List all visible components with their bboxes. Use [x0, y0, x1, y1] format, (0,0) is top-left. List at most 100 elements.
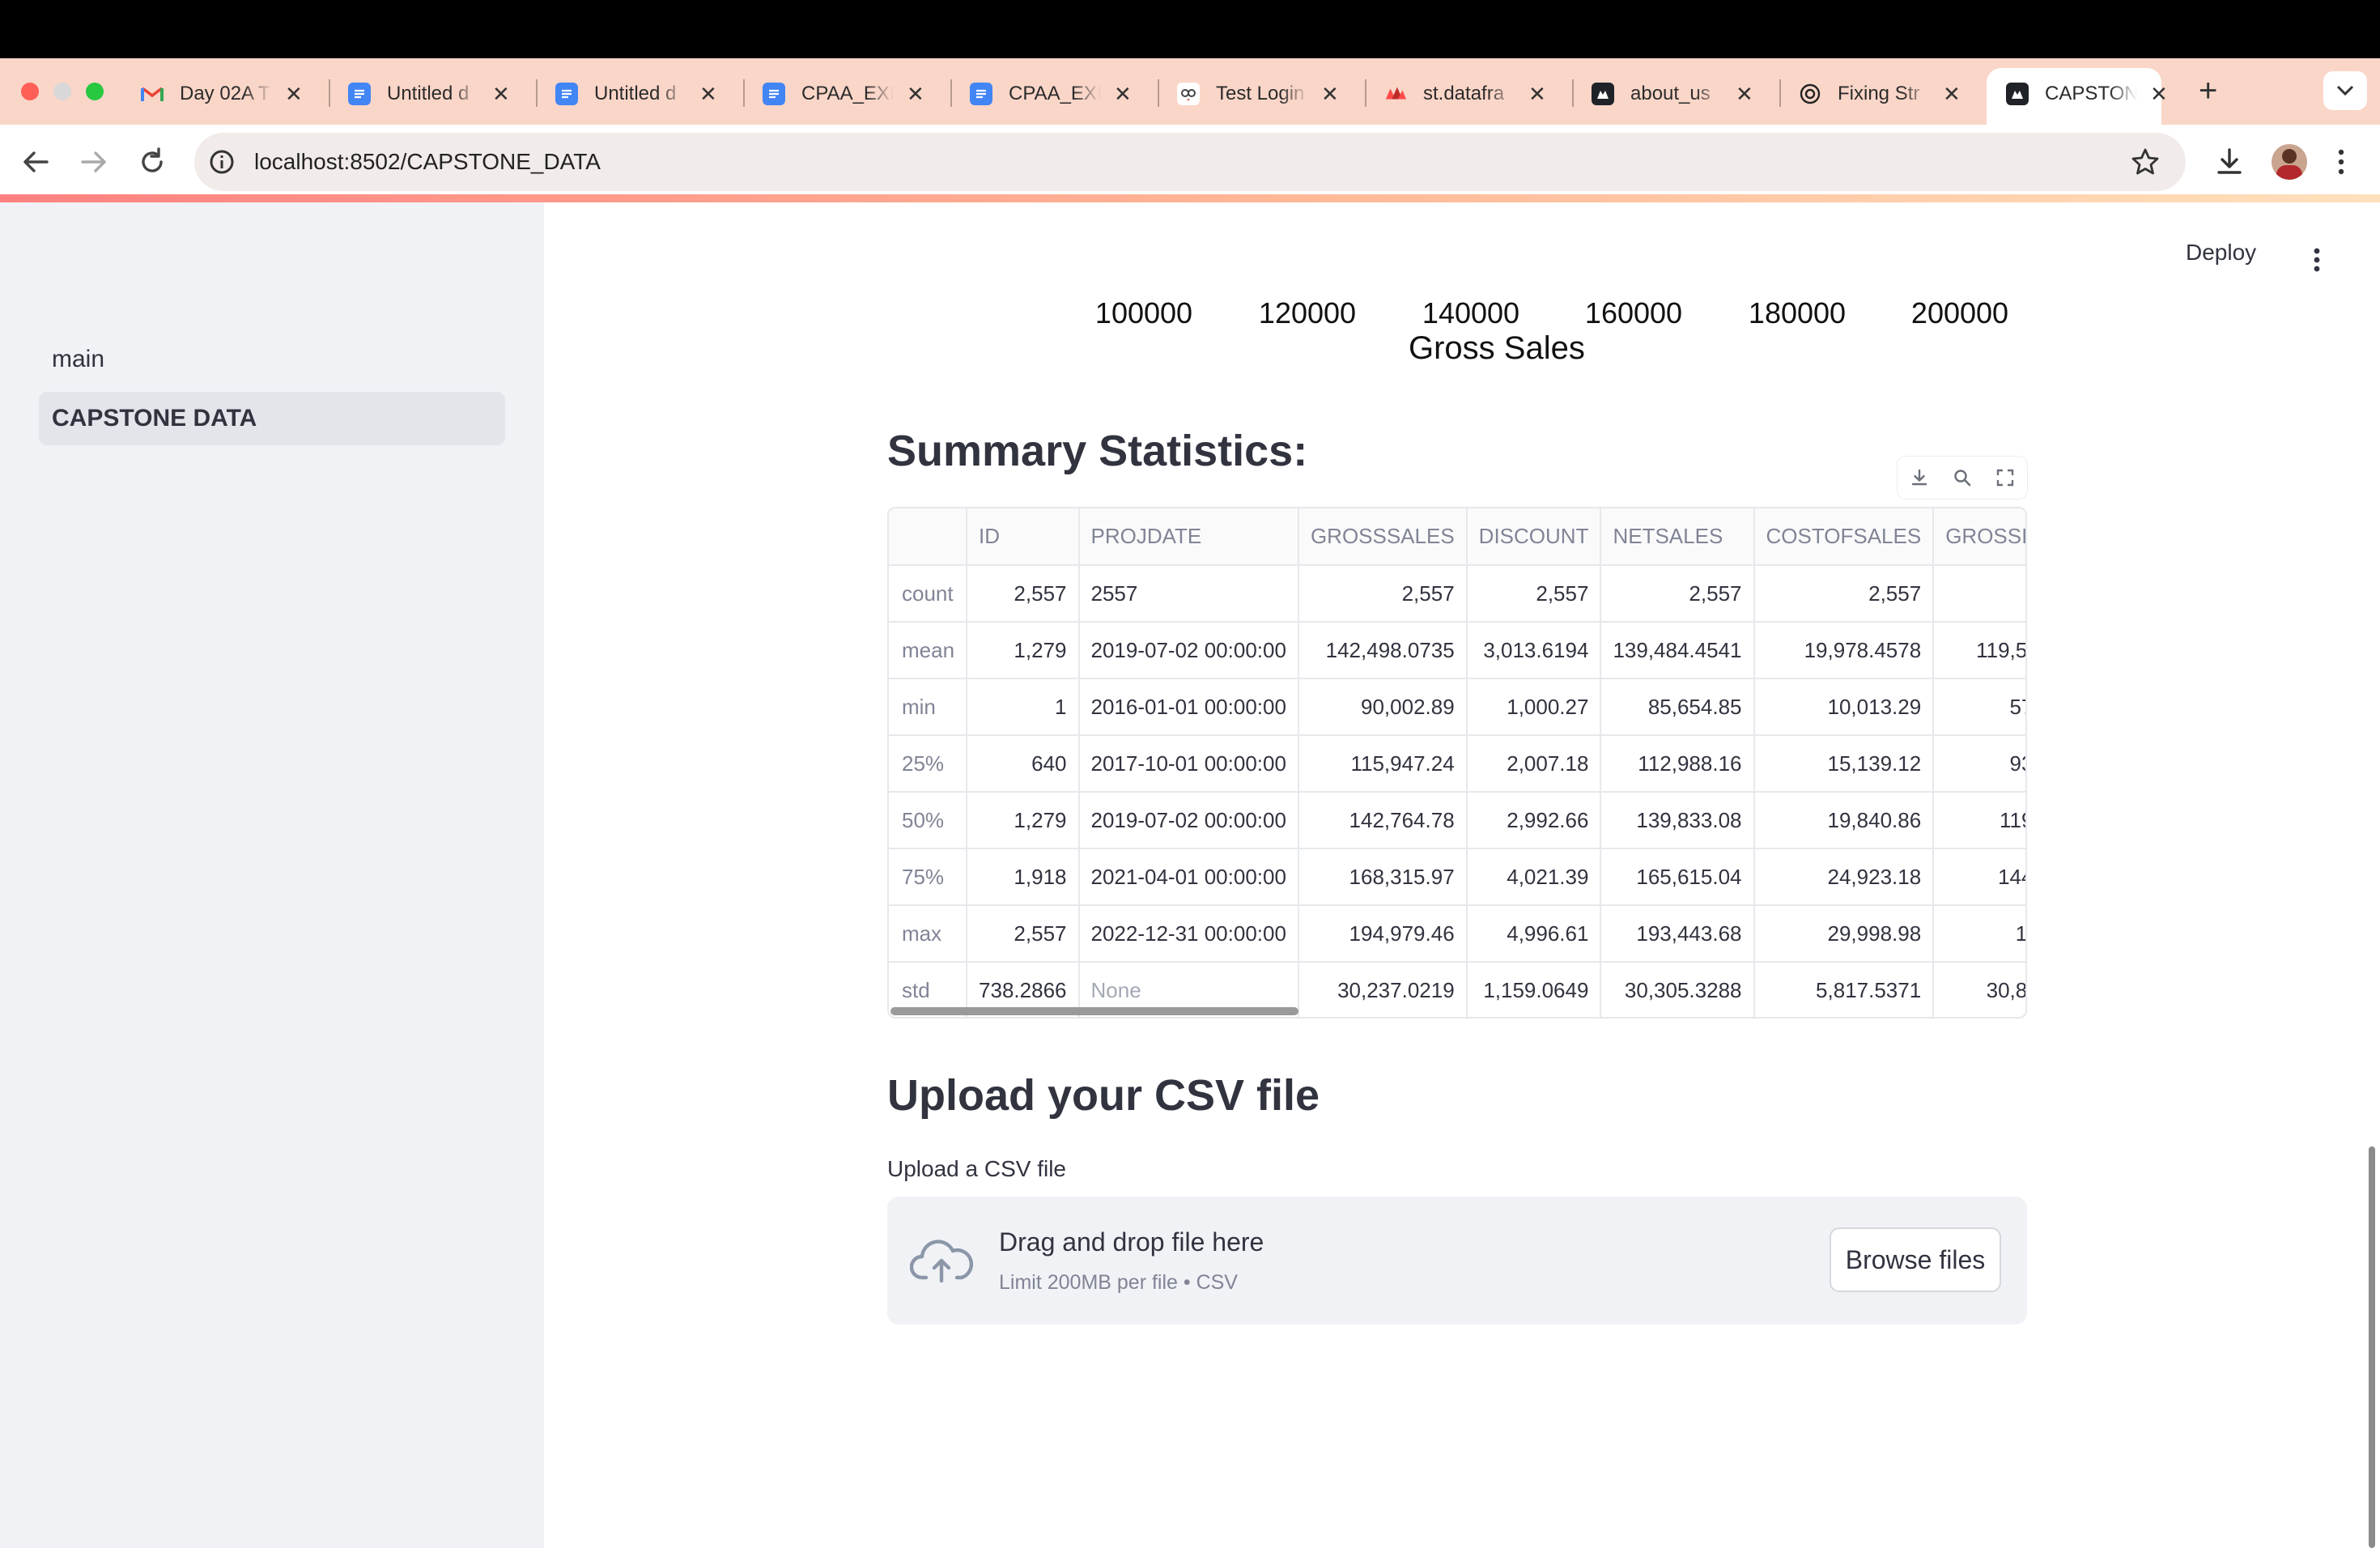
table-cell[interactable]: 57,023.9	[1933, 678, 2025, 736]
table-cell[interactable]: 93,070.1	[1933, 735, 2025, 793]
table-cell[interactable]: 2,557	[967, 565, 1080, 623]
table-cell[interactable]: 168,315.97	[1298, 848, 1468, 906]
browser-tab[interactable]: Untitled d ✕	[544, 68, 730, 120]
forward-button[interactable]	[78, 146, 110, 182]
close-icon[interactable]: ✕	[1320, 82, 1341, 107]
table-cell[interactable]: 30,305.3288	[1600, 962, 1755, 1017]
table-cell[interactable]: 115,947.24	[1298, 735, 1468, 793]
table-cell[interactable]: 640	[967, 735, 1080, 793]
window-zoom-button[interactable]	[86, 83, 104, 100]
close-icon[interactable]: ✕	[491, 82, 512, 107]
download-icon[interactable]	[2213, 146, 2246, 182]
table-cell[interactable]: 142,498.0735	[1298, 622, 1468, 679]
table-cell[interactable]: 5,817.5371	[1753, 962, 1935, 1017]
table-cell[interactable]: 112,988.16	[1600, 735, 1755, 793]
table-cell[interactable]: 1	[967, 678, 1080, 736]
close-icon[interactable]: ✕	[1527, 82, 1548, 107]
window-minimize-button[interactable]	[53, 83, 71, 100]
close-icon[interactable]: ✕	[1112, 82, 1133, 107]
browser-tab[interactable]: about_us ✕	[1580, 68, 1766, 120]
column-header[interactable]: ID	[967, 508, 1080, 566]
close-icon[interactable]: ✕	[1734, 82, 1755, 107]
table-cell[interactable]: 194,979.46	[1298, 905, 1468, 963]
table-cell[interactable]: 2021-04-01 00:00:00	[1078, 848, 1299, 906]
search-table-button[interactable]	[1949, 465, 1975, 491]
table-cell[interactable]: 3,013.6194	[1466, 622, 1602, 679]
column-header[interactable]: COSTOFSALES	[1753, 508, 1935, 566]
row-index[interactable]: min	[889, 678, 968, 736]
table-cell[interactable]: 119,505.996	[1933, 622, 2025, 679]
sidebar-item-capstone-data[interactable]: CAPSTONE DATA	[39, 392, 505, 445]
browser-tab[interactable]: Untitled d ✕	[337, 68, 523, 120]
tab-search-button[interactable]	[2323, 71, 2367, 110]
row-index[interactable]: 50%	[889, 792, 968, 849]
table-cell[interactable]: 2,992.66	[1466, 792, 1602, 849]
new-tab-button[interactable]: +	[2199, 74, 2217, 107]
table-cell[interactable]: 1,918	[967, 848, 1080, 906]
column-header[interactable]: GROSSINCOM	[1933, 508, 2025, 566]
table-cell[interactable]: 15,139.12	[1753, 735, 1935, 793]
browser-tab[interactable]: Fixing Str ✕	[1787, 68, 1974, 120]
page-vertical-scrollbar[interactable]	[2369, 1146, 2375, 1548]
close-icon[interactable]: ✕	[905, 82, 926, 107]
close-icon[interactable]: ✕	[698, 82, 719, 107]
browser-tab[interactable]: CAPSTON ✕	[1995, 68, 2181, 120]
browser-menu-icon[interactable]	[2336, 146, 2346, 182]
table-cell[interactable]: 1,159.0649	[1466, 962, 1602, 1017]
table-cell[interactable]: 10,013.29	[1753, 678, 1935, 736]
url-text[interactable]: localhost:8502/CAPSTONE_DATA	[254, 146, 601, 178]
table-cell[interactable]: 1,000.27	[1466, 678, 1602, 736]
table-cell[interactable]: 19,978.4578	[1753, 622, 1935, 679]
row-index[interactable]: count	[889, 565, 968, 623]
profile-avatar[interactable]	[2272, 144, 2307, 180]
sidebar-item-main[interactable]: main	[39, 333, 505, 386]
table-cell[interactable]: 30,237.0219	[1298, 962, 1468, 1017]
row-index[interactable]: 25%	[889, 735, 968, 793]
table-cell[interactable]: 2,557	[1753, 565, 1935, 623]
table-cell[interactable]: 19,840.86	[1753, 792, 1935, 849]
table-cell[interactable]: 2016-01-01 00:00:00	[1078, 678, 1299, 736]
browse-files-button[interactable]: Browse files	[1830, 1227, 2001, 1292]
deploy-button[interactable]: Deploy	[2186, 240, 2256, 266]
column-header[interactable]: DISCOUNT	[1466, 508, 1602, 566]
table-cell[interactable]: 85,654.85	[1600, 678, 1755, 736]
back-button[interactable]	[19, 146, 52, 182]
table-cell[interactable]: 142,764.78	[1298, 792, 1468, 849]
row-index[interactable]: max	[889, 905, 968, 963]
table-cell[interactable]: 2,557	[1600, 565, 1755, 623]
bookmark-star-icon[interactable]	[2131, 147, 2160, 181]
browser-tab[interactable]: CPAA_EXI ✕	[751, 68, 937, 120]
row-index[interactable]: 75%	[889, 848, 968, 906]
close-icon[interactable]: ✕	[2148, 82, 2170, 107]
table-cell[interactable]: 182,349	[1933, 905, 2025, 963]
column-header[interactable]: NETSALES	[1600, 508, 1755, 566]
browser-tab[interactable]: st.datafra ✕	[1373, 68, 1559, 120]
table-cell[interactable]: 2,55	[1933, 565, 2025, 623]
table-cell[interactable]: 2,557	[967, 905, 1080, 963]
table-cell[interactable]: 1,279	[967, 792, 1080, 849]
browser-tab[interactable]: Day 02A T ✕	[130, 68, 316, 120]
table-cell[interactable]: 165,615.04	[1600, 848, 1755, 906]
table-cell[interactable]: 2557	[1078, 565, 1299, 623]
browser-tab[interactable]: Test Login ✕	[1166, 68, 1352, 120]
close-icon[interactable]: ✕	[1941, 82, 1962, 107]
table-cell[interactable]: 1,279	[967, 622, 1080, 679]
table-cell[interactable]: 4,021.39	[1466, 848, 1602, 906]
table-cell[interactable]: 30,873.021	[1933, 962, 2025, 1017]
table-cell[interactable]: 193,443.68	[1600, 905, 1755, 963]
row-index[interactable]: mean	[889, 622, 968, 679]
table-horizontal-scrollbar[interactable]	[890, 1007, 1298, 1015]
table-cell[interactable]: 90,002.89	[1298, 678, 1468, 736]
table-cell[interactable]: 2019-07-02 00:00:00	[1078, 792, 1299, 849]
table-cell[interactable]: 29,998.98	[1753, 905, 1935, 963]
column-header[interactable]: PROJDATE	[1078, 508, 1299, 566]
table-cell[interactable]: 139,484.4541	[1600, 622, 1755, 679]
table-cell[interactable]: 2,557	[1298, 565, 1468, 623]
download-csv-button[interactable]	[1906, 465, 1932, 491]
table-cell[interactable]: 144,936.5	[1933, 848, 2025, 906]
column-header[interactable]: GROSSSALES	[1298, 508, 1468, 566]
table-cell[interactable]: 2,557	[1466, 565, 1602, 623]
site-info-icon[interactable]	[209, 149, 235, 179]
table-cell[interactable]: 4,996.61	[1466, 905, 1602, 963]
close-icon[interactable]: ✕	[283, 82, 304, 107]
